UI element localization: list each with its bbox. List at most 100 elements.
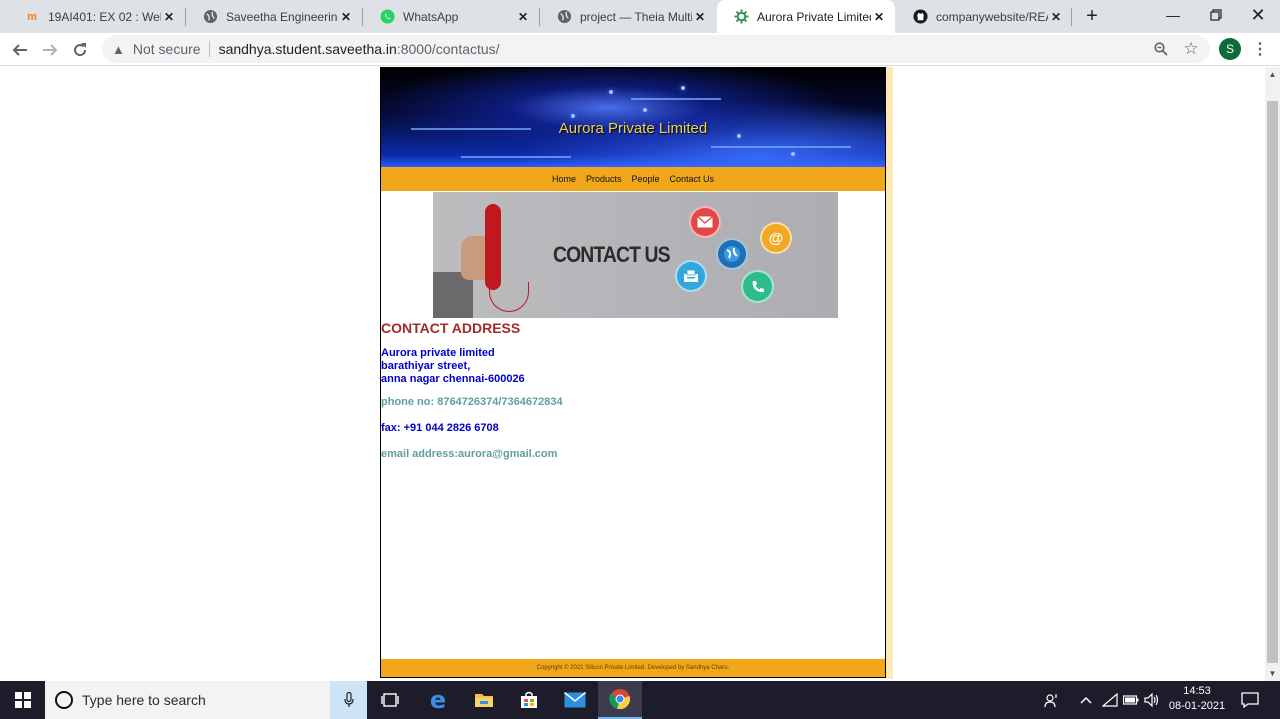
page-scrollbar[interactable]: ▲ ▼ [1265,67,1280,681]
tab-aurora[interactable]: Aurora Private Limited ✕ [717,0,895,33]
banner-decoration [643,108,647,112]
show-hidden-icons-chevron-icon[interactable] [1076,681,1096,719]
address-line: Aurora private limited [381,347,495,359]
warning-icon[interactable]: ▲ [112,42,125,57]
tab-label: WhatsApp [403,9,459,24]
address-block: Aurora private limited barathiyar street… [381,347,525,386]
banner-decoration [791,152,795,156]
tab-label: project — Theia Multi-L [580,9,692,24]
tab-moodle[interactable]: m 19AI401: EX 02 : Websit ✕ [8,0,185,33]
notification-icon[interactable] [1238,681,1262,719]
minimize-button[interactable]: — [1151,0,1195,30]
url-path: :8000/contactus/ [396,41,500,57]
tab-separator [1071,8,1072,26]
phone-cord [489,282,529,312]
back-arrow-icon [12,44,27,56]
store-icon[interactable] [507,681,551,719]
taskbar-search-placeholder: Type here to search [82,692,206,708]
browser-toolbar: ▲ Not secure sandhya.student.saveetha.in… [0,33,1280,66]
close-icon[interactable]: ✕ [871,9,887,25]
site-title: Aurora Private Limited [558,120,708,137]
fax-icon [675,260,707,292]
site-container: Aurora Private Limited Home Products Peo… [380,67,886,678]
tab-whatsapp[interactable]: WhatsApp ✕ [363,0,539,33]
clock-date: 08-01-2021 [1168,700,1226,712]
menu-icon[interactable]: ⋮ [1250,36,1270,62]
nav-link-home[interactable]: Home [552,174,576,184]
taskbar-search[interactable]: Type here to search [45,681,330,719]
address-bar[interactable]: ▲ Not secure sandhya.student.saveetha.in… [102,35,1210,63]
banner-decoration [609,90,613,94]
banner-decoration [571,114,575,118]
file-explorer-icon[interactable] [462,681,506,719]
close-icon[interactable]: ✕ [692,9,708,25]
windows-logo-icon [14,692,31,708]
globe-icon [556,9,572,25]
phone-icon [741,270,774,303]
restore-button[interactable] [1194,0,1238,30]
battery-icon[interactable] [1121,681,1141,719]
search-icon [55,691,73,709]
back-button[interactable] [7,37,33,63]
security-status[interactable]: Not secure [133,41,201,57]
chrome-icon[interactable] [598,681,642,719]
tab-theia[interactable]: project — Theia Multi-L ✕ [540,0,716,33]
zoom-icon[interactable] [1149,37,1173,61]
mail-icon [689,206,721,238]
windows-taskbar: Type here to search e 14:53 08-01-2021 [0,681,1280,719]
profile-avatar[interactable]: S [1219,38,1241,60]
forward-arrow-icon [43,44,58,56]
address-line: anna nagar chennai-600026 [381,373,525,385]
address-line: barathiyar street, [381,360,471,372]
tab-github[interactable]: companywebsite/READ ✕ [896,0,1072,33]
site-footer: Copyright © 2021 Silicon Private Limited… [381,659,885,677]
tab-label: Saveetha Engineering C [226,9,338,24]
task-view-icon[interactable] [368,681,412,719]
close-window-button[interactable]: ✕ [1236,0,1280,30]
fax-text: fax: +91 044 2826 6708 [381,422,499,434]
system-clock[interactable]: 14:53 08-01-2021 [1166,684,1228,714]
moodle-icon: m [27,10,37,23]
globe-icon [716,238,748,270]
edge-icon[interactable]: e [416,681,460,719]
scroll-up-arrow-icon[interactable]: ▲ [1265,67,1280,82]
page-viewport: Aurora Private Limited Home Products Peo… [0,67,1265,681]
tab-saveetha[interactable]: Saveetha Engineering C ✕ [186,0,362,33]
contact-us-image: CONTACT US @ [433,192,838,318]
scroll-thumb[interactable] [1267,101,1278,663]
forward-button[interactable] [37,37,63,63]
phone-receiver-icon [485,204,501,290]
nav-link-people[interactable]: People [631,174,659,184]
tab-label: 19AI401: EX 02 : Websit [48,9,161,24]
banner-decoration [461,156,571,158]
start-button[interactable] [0,681,45,719]
close-icon[interactable]: ✕ [1048,9,1064,25]
close-icon[interactable]: ✕ [161,9,177,25]
clock-time: 14:53 [1183,685,1211,697]
new-tab-button[interactable]: + [1080,4,1104,28]
whatsapp-icon [379,9,395,25]
microphone-icon[interactable] [330,681,367,719]
close-icon[interactable]: ✕ [515,9,531,25]
github-icon [912,9,928,25]
mail-app-icon[interactable] [553,681,597,719]
tab-label: companywebsite/READ [936,9,1048,24]
close-icon[interactable]: ✕ [338,9,354,25]
people-icon[interactable] [1040,681,1064,719]
globe-icon [202,9,218,25]
volume-icon[interactable] [1142,681,1162,719]
tab-strip: m 19AI401: EX 02 : Websit ✕ Saveetha Eng… [0,0,1280,33]
wifi-icon[interactable] [1100,681,1120,719]
reload-button[interactable] [67,37,93,63]
tab-label: Aurora Private Limited [757,9,871,24]
banner-decoration [711,146,851,148]
bookmark-star-icon[interactable]: ☆ [1179,37,1203,61]
scroll-down-arrow-icon[interactable]: ▼ [1265,666,1280,681]
nav-link-contact-us[interactable]: Contact Us [670,174,715,184]
page-shadow [886,67,893,679]
contact-heading: CONTACT ADDRESS [381,320,521,336]
nav-link-products[interactable]: Products [586,174,622,184]
reload-icon [74,43,87,57]
gear-icon [733,9,749,25]
email-text: email address:aurora@gmail.com [381,448,558,460]
